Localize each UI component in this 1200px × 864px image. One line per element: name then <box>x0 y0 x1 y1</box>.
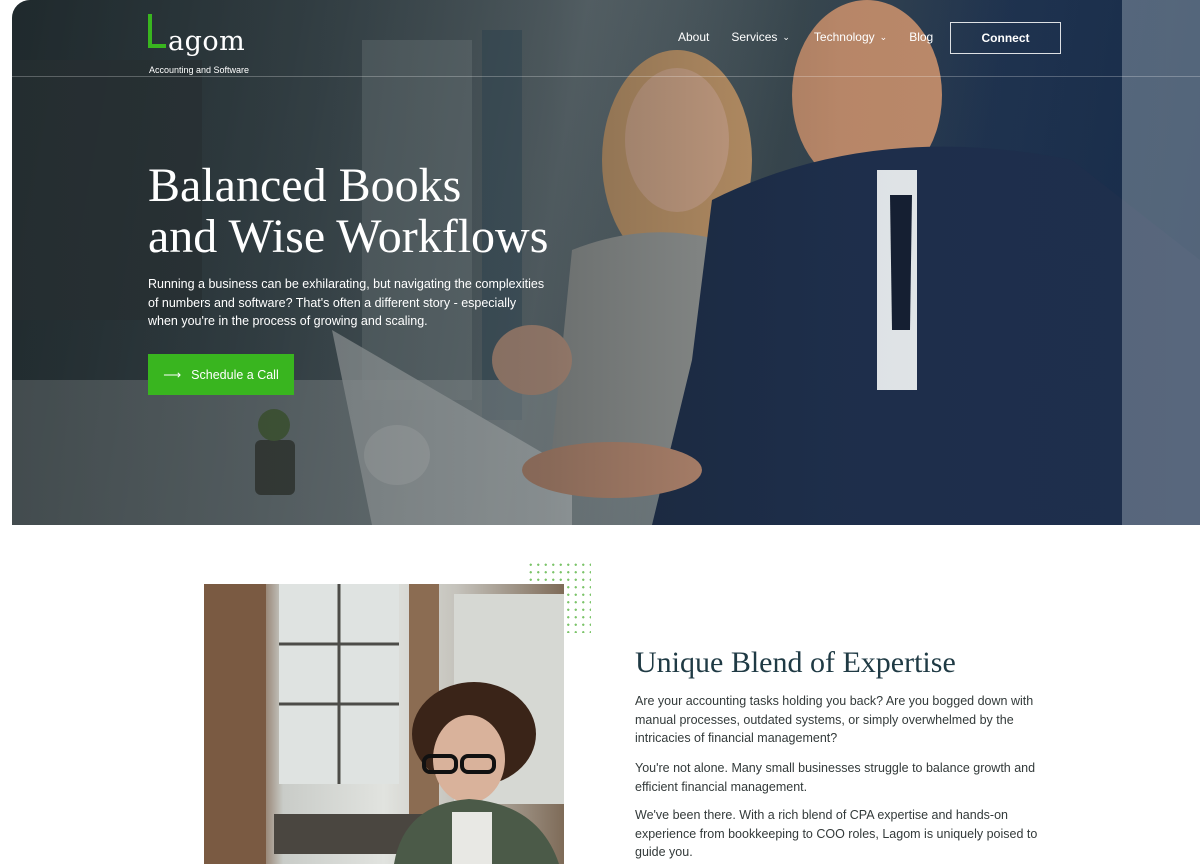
chevron-down-icon: ⌄ <box>782 31 790 42</box>
expertise-title: Unique Blend of Expertise <box>635 646 956 679</box>
nav-item-label: Technology <box>813 30 875 44</box>
hero-title-line-1: Balanced Books <box>148 159 462 212</box>
expertise-photo <box>204 584 564 864</box>
nav-item-label: Blog <box>909 30 934 44</box>
main-nav: About Services ⌄ Technology ⌄ Blog <box>678 30 933 44</box>
nav-item-services[interactable]: Services ⌄ <box>731 30 790 44</box>
brand-tagline: Accounting and Software <box>149 65 250 75</box>
brand-logo[interactable]: agom Accounting and Software <box>148 12 268 75</box>
hero-title: Balanced Books and Wise Workflows <box>148 160 608 262</box>
schedule-call-label: Schedule a Call <box>191 367 279 382</box>
hero-description: Running a business can be exhilarating, … <box>148 277 545 328</box>
woman-working-image <box>204 584 564 864</box>
nav-item-about[interactable]: About <box>678 30 709 44</box>
schedule-call-button[interactable]: ⟶ Schedule a Call <box>148 354 294 395</box>
logo-l-mark <box>148 14 166 48</box>
brand-wordmark: agom <box>168 26 246 57</box>
arrow-right-icon: ⟶ <box>163 368 182 382</box>
connect-button[interactable]: Connect <box>950 22 1061 54</box>
chevron-down-icon: ⌄ <box>879 31 888 42</box>
nav-item-technology[interactable]: Technology ⌄ <box>814 30 887 44</box>
nav-item-label: Services <box>731 30 778 44</box>
expertise-paragraph-3: We've been there. With a rich blend of C… <box>635 808 1038 859</box>
nav-item-blog[interactable]: Blog <box>909 30 933 44</box>
expertise-paragraph-2: You're not alone. Many small businesses … <box>635 761 1036 794</box>
expertise-paragraph-1: Are your accounting tasks holding you ba… <box>635 694 1034 745</box>
nav-item-label: About <box>678 30 710 44</box>
nav-divider <box>12 76 1200 77</box>
hero-title-line-2: and Wise Workflows <box>148 210 549 263</box>
